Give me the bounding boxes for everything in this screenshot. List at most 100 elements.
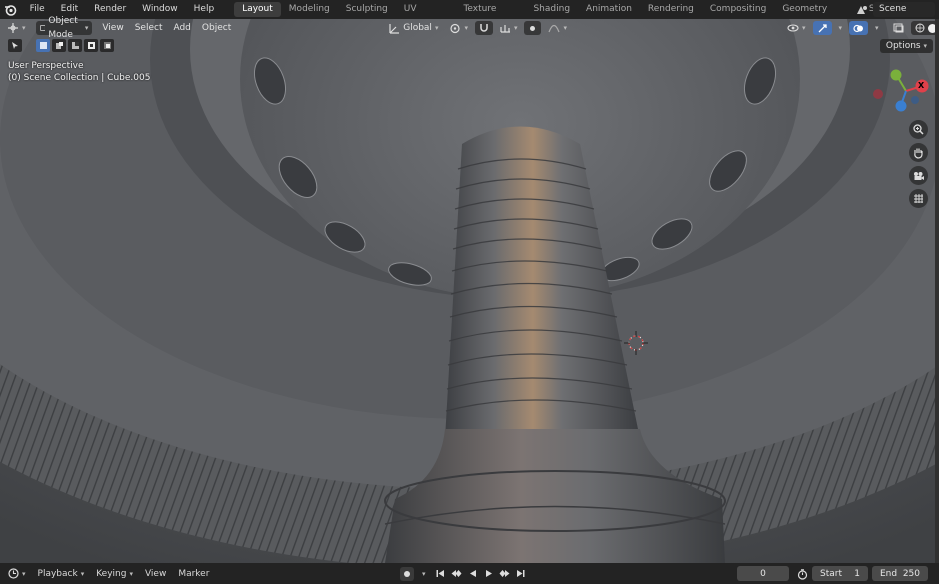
select-new-icon	[39, 42, 47, 49]
chevron-down-icon[interactable]: ▾	[422, 570, 426, 578]
select-invert-icon	[87, 42, 95, 49]
tab-compositing[interactable]: Compositing	[702, 2, 774, 17]
end-frame-field[interactable]: End 250	[872, 566, 928, 581]
tab-sculpting[interactable]: Sculpting	[338, 2, 396, 17]
editor-type-button[interactable]: ▾	[3, 21, 30, 35]
mode-dropdown[interactable]: Object Mode ▾	[35, 16, 93, 40]
eye-icon	[787, 24, 799, 32]
chevron-down-icon: ▾	[84, 24, 89, 32]
play-reverse-icon	[469, 570, 476, 577]
tab-texture-paint[interactable]: Texture Paint	[455, 2, 525, 29]
overlay-dropdown[interactable]: ▾	[871, 21, 883, 35]
snap-target-dropdown[interactable]: ▾	[496, 21, 522, 35]
menu-add[interactable]: Add	[169, 21, 194, 35]
overlay-icon	[853, 24, 864, 32]
jump-end-button[interactable]	[514, 567, 528, 581]
chevron-down-icon: ▾	[80, 569, 85, 578]
camera-icon	[913, 171, 924, 180]
pivot-dropdown[interactable]: ▾	[445, 21, 472, 35]
scene-name[interactable]: Scene	[873, 2, 935, 17]
play-reverse-button[interactable]	[466, 567, 480, 581]
menu-object[interactable]: Object	[198, 21, 235, 35]
play-button[interactable]	[482, 567, 496, 581]
tab-modeling[interactable]: Modeling	[281, 2, 338, 17]
playback-menu[interactable]: Playback ▾	[32, 569, 91, 579]
start-frame-field[interactable]: Start 1	[812, 566, 868, 581]
select-invert-button[interactable]	[84, 39, 98, 52]
xray-icon	[893, 23, 904, 33]
scene-selector[interactable]: Scene	[855, 1, 935, 18]
start-label: Start	[820, 568, 842, 579]
select-intersect-icon	[103, 42, 111, 49]
visibility-dropdown[interactable]: ▾	[783, 21, 810, 35]
hand-icon	[914, 148, 923, 159]
tab-uv-editing[interactable]: UV Editing	[396, 2, 456, 29]
select-new-button[interactable]	[36, 39, 50, 52]
prev-keyframe-icon	[451, 570, 462, 577]
chevron-down-icon: ▾	[129, 569, 133, 578]
xray-toggle[interactable]	[889, 21, 908, 35]
collection-label: (0) Scene Collection | Cube.005	[8, 73, 151, 83]
stopwatch-icon	[797, 568, 807, 580]
prev-keyframe-button[interactable]	[450, 567, 464, 581]
gizmo-x-label: X	[918, 81, 925, 90]
tab-shading[interactable]: Shading	[525, 2, 578, 17]
camera-view-button[interactable]	[909, 166, 928, 185]
overlay-toggle[interactable]	[849, 21, 869, 35]
orientation-icon	[389, 23, 400, 34]
tab-layout[interactable]: Layout	[234, 2, 281, 17]
select-extend-button[interactable]	[52, 39, 66, 52]
next-keyframe-icon	[499, 570, 510, 577]
select-subtract-button[interactable]	[68, 39, 82, 52]
select-intersect-button[interactable]	[100, 39, 114, 52]
chevron-down-icon: ▾	[923, 42, 927, 50]
end-label: End	[880, 568, 898, 579]
timeline-view-menu[interactable]: View	[139, 569, 172, 579]
tab-rendering[interactable]: Rendering	[640, 2, 702, 17]
ortho-toggle-button[interactable]	[909, 189, 928, 208]
keying-menu[interactable]: Keying ▾	[90, 569, 139, 579]
next-keyframe-button[interactable]	[498, 567, 512, 581]
zoom-icon	[913, 124, 924, 135]
proportional-icon	[530, 25, 536, 31]
snap-toggle[interactable]	[474, 21, 493, 35]
workspace-tabs: Layout Modeling Sculpting UV Editing Tex…	[234, 0, 939, 29]
menu-render[interactable]: Render	[86, 0, 134, 19]
playback-label: Playback	[37, 568, 78, 579]
jump-start-button[interactable]	[434, 567, 448, 581]
right-panel-edge[interactable]	[935, 19, 939, 563]
chevron-down-icon: ▾	[563, 24, 567, 32]
timeline-editor-type[interactable]: ▾	[0, 568, 32, 579]
current-frame-field[interactable]: 0	[737, 566, 789, 581]
menu-window[interactable]: Window	[134, 0, 186, 19]
chevron-down-icon: ▾	[802, 24, 806, 32]
pan-button[interactable]	[909, 143, 928, 162]
options-label: Options	[885, 41, 921, 51]
wireframe-shading-icon[interactable]	[915, 23, 925, 33]
gizmo-dropdown[interactable]: ▾	[835, 21, 847, 35]
play-icon	[485, 570, 492, 577]
blender-logo-icon[interactable]	[0, 0, 22, 19]
options-dropdown[interactable]: Options ▾	[879, 39, 933, 53]
marker-menu[interactable]: Marker	[172, 569, 215, 579]
tab-geometry-nodes[interactable]: Geometry Nodes	[774, 2, 861, 29]
proportional-edit-toggle[interactable]	[524, 21, 542, 35]
tab-animation[interactable]: Animation	[578, 2, 640, 17]
zoom-button[interactable]	[909, 120, 928, 139]
menu-select[interactable]: Select	[131, 21, 167, 35]
gizmo-toggle[interactable]	[812, 21, 832, 35]
menu-help[interactable]: Help	[186, 0, 223, 19]
viewport-render	[0, 19, 935, 563]
orientation-dropdown[interactable]: Global ▾	[385, 21, 442, 35]
auto-keying-button[interactable]	[400, 566, 414, 581]
select-tool-button[interactable]	[8, 39, 22, 52]
scene-icon	[857, 5, 867, 14]
3d-viewport[interactable]: X	[0, 19, 935, 563]
menu-view[interactable]: View	[98, 21, 127, 35]
start-value: 1	[854, 568, 860, 579]
magnet-icon	[480, 24, 488, 32]
falloff-dropdown[interactable]: ▾	[544, 21, 571, 35]
preview-range-toggle[interactable]	[795, 567, 809, 581]
clock-icon	[8, 568, 19, 579]
mode-label: Object Mode	[48, 16, 78, 40]
